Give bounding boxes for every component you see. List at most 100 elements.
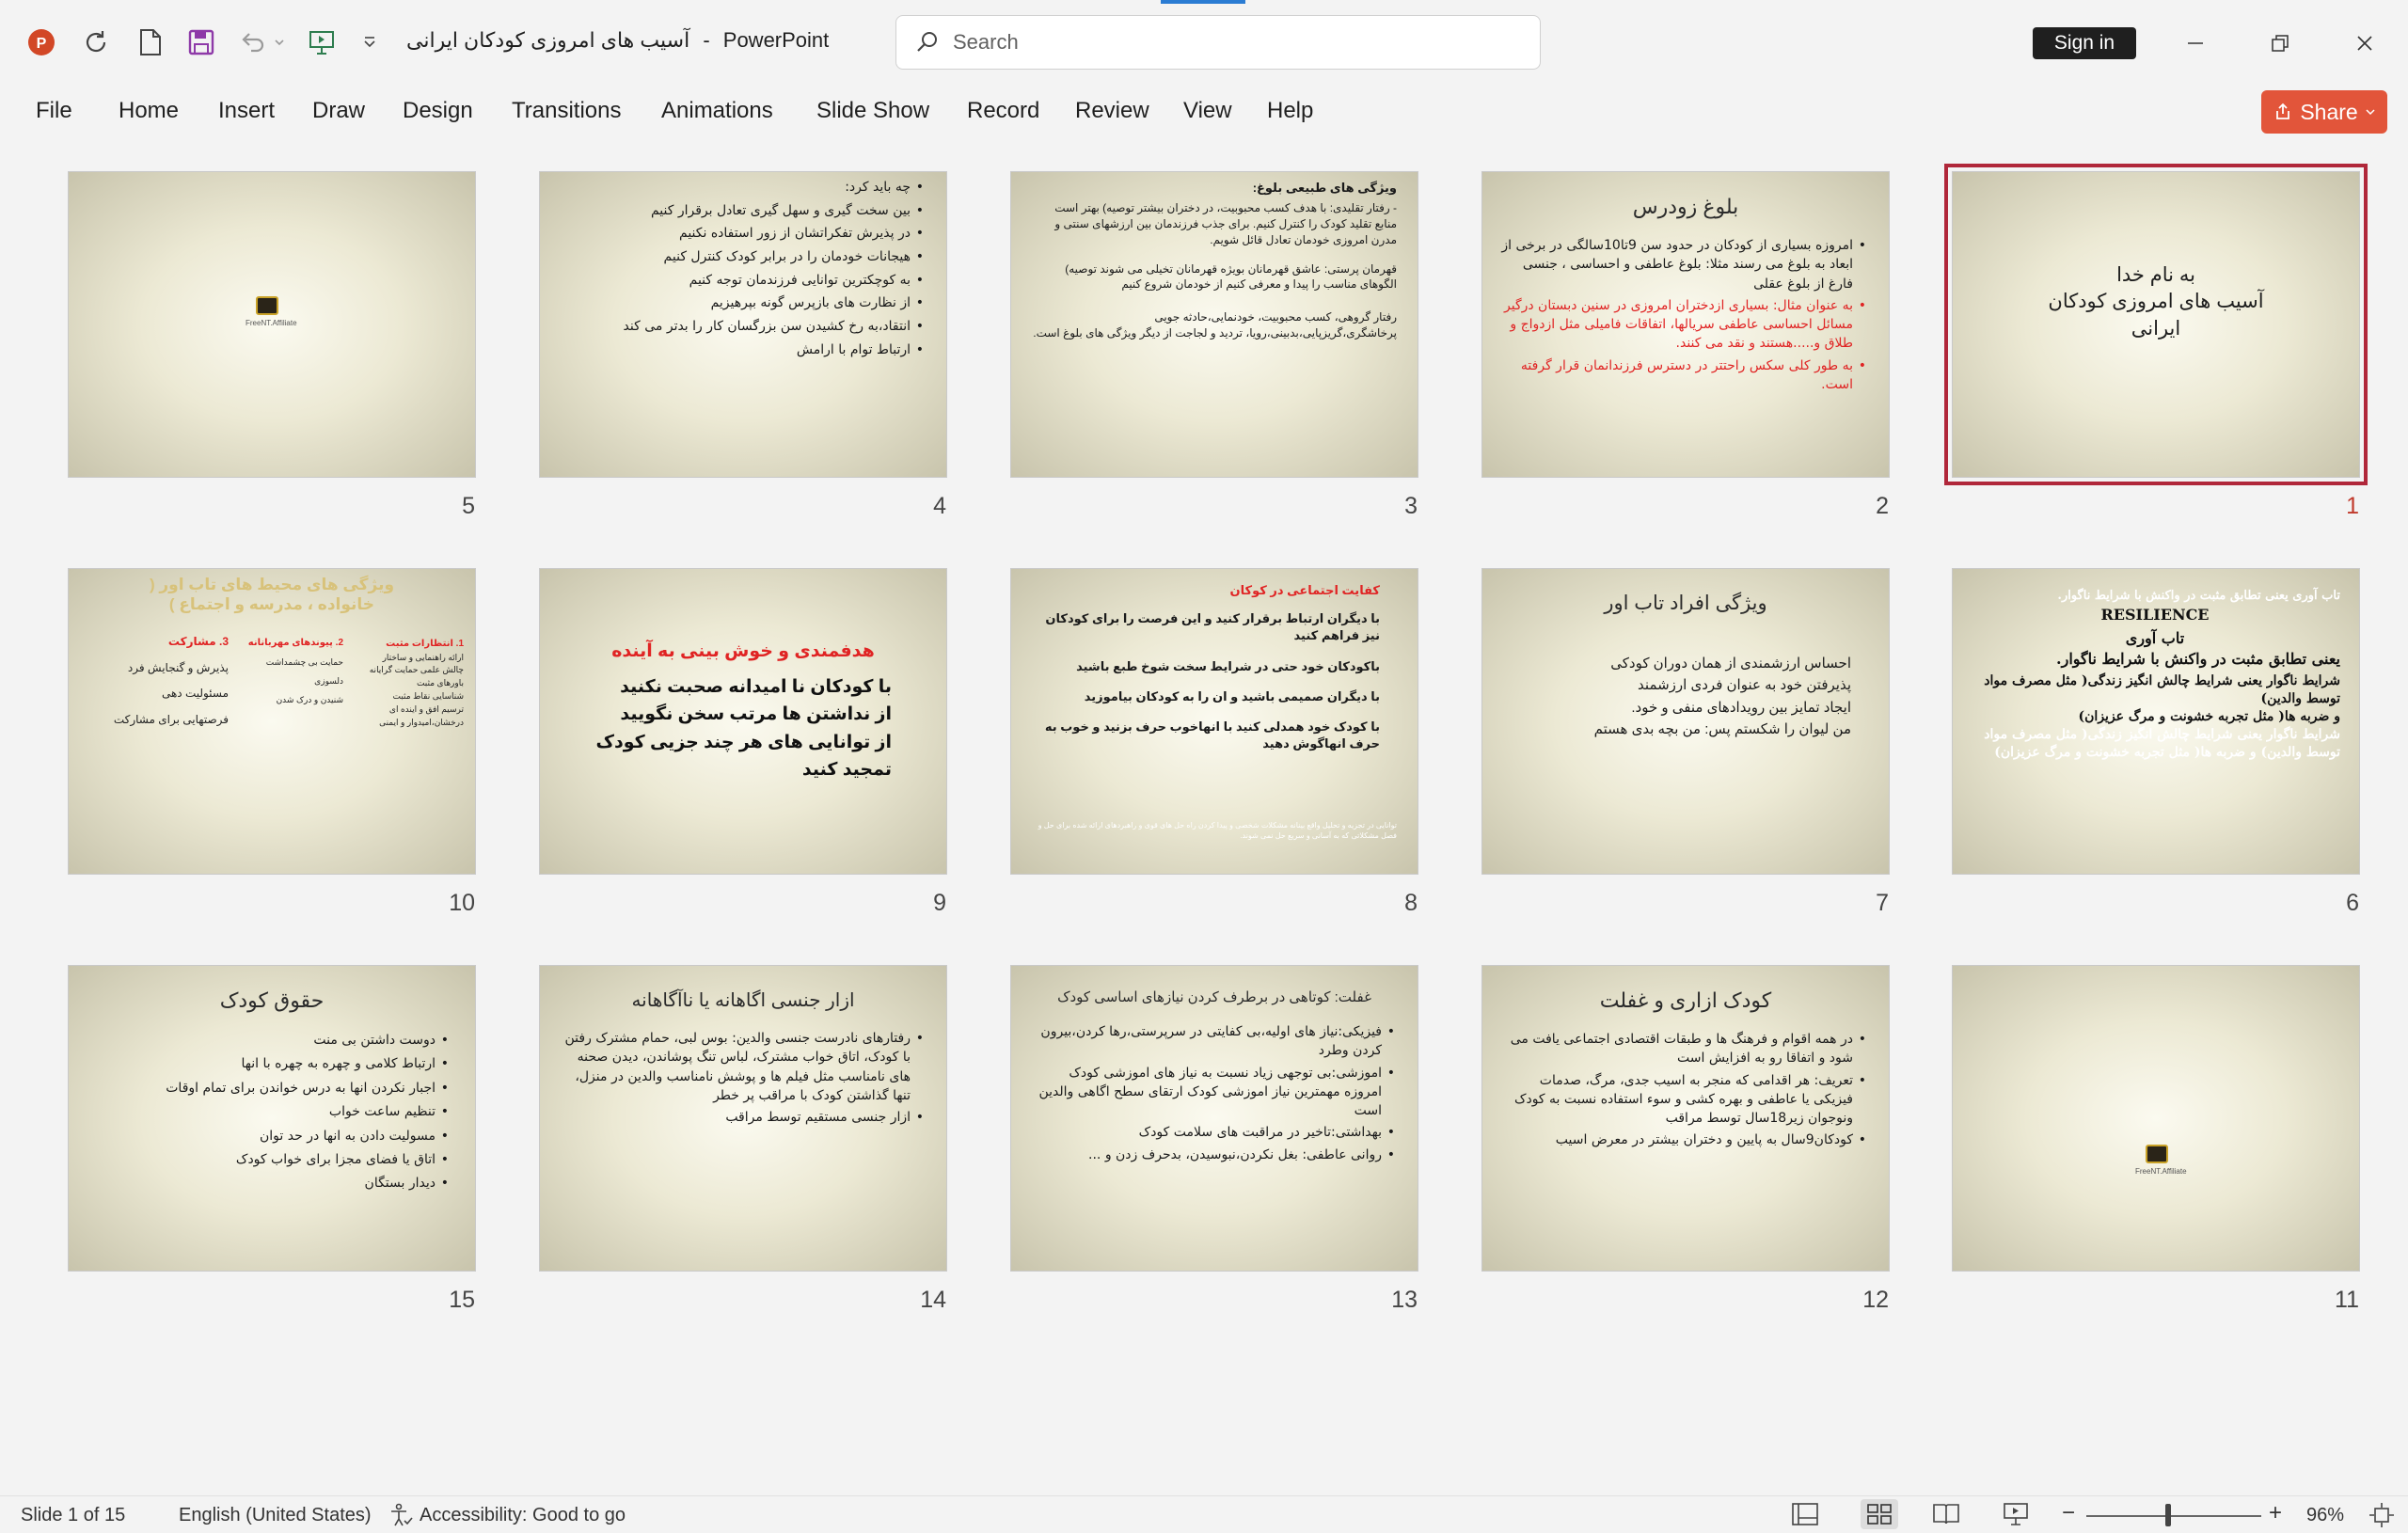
restore-icon[interactable]: [2259, 23, 2301, 64]
language-indicator[interactable]: English (United States): [179, 1505, 372, 1526]
slide-line: ترسیم افق و اینده ای درخشان،امیدوار و ای…: [379, 704, 464, 728]
tab-transitions[interactable]: Transitions: [512, 98, 621, 124]
slide-thumbnail-8[interactable]: کفایت اجتماعی در کوکان با دیگران ارتباط …: [1010, 568, 1418, 875]
zoom-slider-track[interactable]: [2086, 1515, 2261, 1517]
slide-bullet: ازار جنسی مستقیم توسط مراقب: [559, 1108, 924, 1128]
slide-number: 4: [933, 493, 946, 519]
slide-line: حمایت بی چشمداشت: [265, 657, 343, 667]
tab-review[interactable]: Review: [1075, 98, 1149, 124]
slide-bullet: امروزه بسیاری از کودکان در حدود سن 9تا10…: [1501, 236, 1866, 293]
slide-thumbnail-13[interactable]: غفلت: کوتاهی در برطرف کردن نیازهای اساسی…: [1010, 965, 1418, 1272]
slide-line: تاب آوری یعنی تطابق مثبت در واکنش با شرا…: [2057, 589, 2340, 603]
undo-dropdown-chevron-icon[interactable]: [271, 26, 288, 58]
slide-bullet: هیجانات خودمان را در برابر کودک کنترل کن…: [559, 247, 924, 268]
slide-paragraph: رفتار گروهی، کسب محبوبیت، خودنمایی،حادثه…: [1033, 310, 1397, 340]
sign-in-button[interactable]: Sign in: [2033, 27, 2136, 59]
search-box[interactable]: Search: [895, 15, 1541, 70]
accessibility-status: Accessibility: Good to go: [420, 1504, 626, 1525]
fit-to-window-icon[interactable]: [2368, 1502, 2395, 1533]
slide-1-line: ایرانی: [2131, 317, 2181, 340]
tab-record[interactable]: Record: [967, 98, 1039, 124]
tab-help[interactable]: Help: [1267, 98, 1313, 124]
new-file-icon[interactable]: [134, 26, 167, 58]
slide-number: 2: [1876, 493, 1889, 519]
slide-bullet: رفتارهای نادرست جنسی والدین: بوس لبی، حم…: [559, 1029, 924, 1105]
share-label: Share: [2300, 99, 2358, 124]
slide-number: 12: [1862, 1287, 1889, 1313]
slide-counter[interactable]: Slide 1 of 15: [21, 1505, 125, 1526]
tab-design[interactable]: Design: [403, 98, 473, 124]
slide-thumbnail-1[interactable]: به نام خدا آسیب های امروزی کودکان ایرانی: [1944, 164, 2368, 485]
slide-title: هدفمندی و خوش بینی به آینده: [611, 641, 875, 661]
slide-line: و ضربه ها( مثل تجربه خشونت و مرگ عزیزان): [2078, 709, 2340, 725]
slide-number: 6: [2346, 890, 2359, 916]
tab-draw[interactable]: Draw: [312, 98, 365, 124]
tab-slide-show[interactable]: Slide Show: [816, 98, 929, 124]
customize-quick-access-icon[interactable]: [357, 26, 382, 58]
slide-bullet: با کودکان نا امیدانه صحبت نکنید: [620, 677, 892, 697]
slide-thumbnail-15[interactable]: حقوق کودک دوست داشتن بی منت ارتباط کلامی…: [68, 965, 476, 1272]
logo-caption: FreeNT.Affiliate: [2135, 1167, 2187, 1176]
slide-bullet: اجبار نکردن انها به درس خواندن برای تمام…: [87, 1078, 449, 1099]
slide-thumbnail-12[interactable]: کودک ازاری و غفلت در همه اقوام و فرهنگ ه…: [1481, 965, 1890, 1272]
title-bar: P آسیب های امروزی کودکان ایرانی - PowerP…: [0, 0, 2408, 85]
share-button[interactable]: Share: [2261, 90, 2387, 134]
slide-thumbnail-5[interactable]: FreeNT.Affiliate: [68, 171, 476, 478]
slide-bullet: کودکان9سال به پایین و دختران بیشتر در مع…: [1501, 1130, 1866, 1150]
zoom-out-icon[interactable]: −: [2062, 1500, 2075, 1526]
slide-bullet: ارتباط کلامی و چهره به چهره با انها: [87, 1053, 449, 1075]
slide-thumbnail-11[interactable]: FreeNT.Affiliate: [1952, 965, 2360, 1272]
slide-1-line: به نام خدا: [2116, 264, 2195, 286]
logo-icon: [256, 296, 278, 315]
slide-thumbnail-7[interactable]: ویژگی افراد تاب اور احساس ارزشمندی از هم…: [1481, 568, 1890, 875]
zoom-in-icon[interactable]: +: [2269, 1500, 2282, 1526]
slide-line: احساس ارزشمندی از همان دوران کودکی: [1610, 656, 1851, 672]
close-icon[interactable]: [2344, 23, 2385, 64]
slide-line: شنیدن و درک شدن: [276, 694, 343, 704]
tab-view[interactable]: View: [1183, 98, 1232, 124]
save-icon[interactable]: [184, 26, 218, 58]
tab-home[interactable]: Home: [119, 98, 179, 124]
slide-title: ویژگی های محیط های تاب اور ( خانواده ، م…: [149, 576, 395, 614]
autosave-refresh-icon[interactable]: [79, 26, 113, 58]
slide-line: مسئولیت دهی: [161, 687, 229, 701]
slide-1-line: آسیب های امروزی کودکان: [2048, 291, 2264, 313]
slide-sorter-view-icon[interactable]: [1861, 1499, 1898, 1529]
accessibility-checker[interactable]: Accessibility: Good to go: [388, 1502, 626, 1528]
tab-animations[interactable]: Animations: [661, 98, 773, 124]
search-icon: [917, 32, 937, 52]
tab-insert[interactable]: Insert: [218, 98, 275, 124]
tab-file[interactable]: File: [36, 98, 72, 124]
zoom-slider-thumb[interactable]: [2165, 1504, 2171, 1526]
slide-bullet: باکودکان خود حتی در شرایط سخت شوخ طبع با…: [1076, 658, 1380, 673]
slide-thumbnail-6[interactable]: تاب آوری یعنی تطابق مثبت در واکنش با شرا…: [1952, 568, 2360, 875]
slide-bullet: تنظیم ساعت خواب: [87, 1101, 449, 1123]
zoom-level[interactable]: 96%: [2306, 1505, 2344, 1526]
reading-view-icon[interactable]: [1932, 1502, 1960, 1532]
slide-bullet: در پذیرش تفکراتشان از زور استفاده نکنیم: [559, 224, 924, 245]
slide-heading: کفایت اجتماعی در کوکان: [1229, 583, 1380, 597]
slide-bullet: اموزشی:بی توجهی زیاد نسبت به نیاز های ام…: [1030, 1064, 1395, 1121]
minimize-icon[interactable]: [2175, 23, 2216, 64]
slide-number: 14: [920, 1287, 946, 1313]
slide-show-view-icon[interactable]: [2002, 1502, 2030, 1532]
slide-column-heading: 1. انتظارات مثبت: [386, 639, 464, 649]
slide-thumbnail-2[interactable]: بلوغ زودرس امروزه بسیاری از کودکان در حد…: [1481, 171, 1890, 478]
slide-thumbnail-4[interactable]: چه باید کرد: بین سخت گیری و سهل گیری تعا…: [539, 171, 947, 478]
undo-icon[interactable]: [235, 26, 269, 58]
present-from-start-icon[interactable]: [305, 26, 339, 58]
slide-number: 9: [933, 890, 946, 916]
slide-thumbnail-9[interactable]: هدفمندی و خوش بینی به آینده با کودکان نا…: [539, 568, 947, 875]
powerpoint-logo-icon: P: [24, 26, 58, 58]
slide-line: ارائه راهنمایی و ساختار: [382, 652, 464, 662]
slide-line: فرصتهایی برای مشارکت: [113, 712, 229, 726]
slide-bullet: تعریف: هر اقدامی که منجر به اسیب جدی، مر…: [1501, 1071, 1866, 1129]
normal-view-icon[interactable]: [1791, 1502, 1819, 1532]
title-separator: -: [703, 28, 710, 52]
slide-thumbnail-10[interactable]: ویژگی های محیط های تاب اور ( خانواده ، م…: [68, 568, 476, 875]
slide-thumbnail-3[interactable]: ویژگی های طبیعی بلوغ: - رفتار تقلیدی: با…: [1010, 171, 1418, 478]
slide-thumbnail-14[interactable]: ازار جنسی اگاهانه یا ناآگاهانه رفتارهای …: [539, 965, 947, 1272]
slide-bullet: فیزیکی:نیاز های اولیه،بی کفایتی در سرپرس…: [1030, 1022, 1395, 1061]
slide-bullet: ارتباط توام با ارامش: [559, 340, 924, 361]
slide-number: 8: [1404, 890, 1418, 916]
